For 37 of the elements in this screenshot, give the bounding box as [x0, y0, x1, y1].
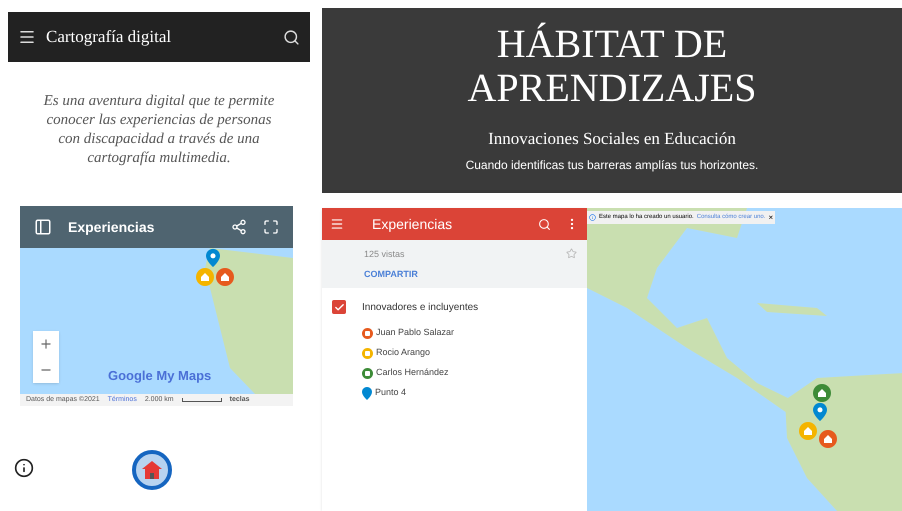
map-title: Experiencias [68, 218, 156, 237]
map-marker-icon[interactable] [216, 268, 234, 286]
fullscreen-icon[interactable] [263, 219, 279, 235]
checkmark-icon [334, 302, 344, 312]
close-button[interactable]: × [768, 214, 774, 222]
map-marker-icon[interactable] [813, 384, 831, 402]
site-title: Cartografía digital [46, 26, 172, 48]
map-marker-icon[interactable] [799, 422, 817, 440]
map-marker-icon[interactable] [819, 430, 837, 448]
hero-title: HÁBITAT DE APRENDIZAJES [468, 22, 756, 110]
place-name[interactable]: Juan Pablo Salazar [376, 326, 454, 340]
hero-subtitle: Innovaciones Sociales en Educación [488, 128, 736, 150]
scale-bar [182, 398, 222, 402]
place-name[interactable]: Carlos Hernández [376, 366, 449, 380]
panel-title: Experiencias [372, 214, 454, 234]
layer-name: Innovadores e incluyentes [362, 301, 478, 315]
hero-tagline: Cuando identificas tus barreras amplías tus horizontes. [466, 156, 758, 174]
info-icon[interactable] [14, 458, 34, 478]
place-name[interactable]: Rocio Arango [376, 346, 430, 360]
share-icon[interactable] [231, 219, 247, 235]
intro-paragraph: Es una aventura digital que te permite conocer las experiencias de personas con discapacidad a través de una cartografía multimedia. [42, 92, 276, 168]
map-pin-icon[interactable] [813, 402, 827, 422]
share-link[interactable]: COMPARTIR [364, 268, 566, 281]
map-pin-icon[interactable] [206, 248, 220, 268]
place-name[interactable]: Punto 4 [375, 386, 406, 400]
zoom-in-icon[interactable] [39, 337, 53, 351]
view-count: 125 vistas [364, 248, 406, 261]
panel-icon[interactable] [34, 218, 52, 236]
map-marker-icon[interactable] [196, 268, 214, 286]
search-icon[interactable] [283, 28, 300, 46]
home-icon[interactable] [132, 450, 172, 490]
island-drawing [757, 303, 827, 316]
menu-icon[interactable] [18, 28, 36, 46]
info-icon [589, 214, 596, 221]
star-icon[interactable] [566, 248, 577, 259]
map-logo: Google My Maps [108, 367, 212, 385]
layer-checkbox[interactable] [332, 300, 346, 314]
